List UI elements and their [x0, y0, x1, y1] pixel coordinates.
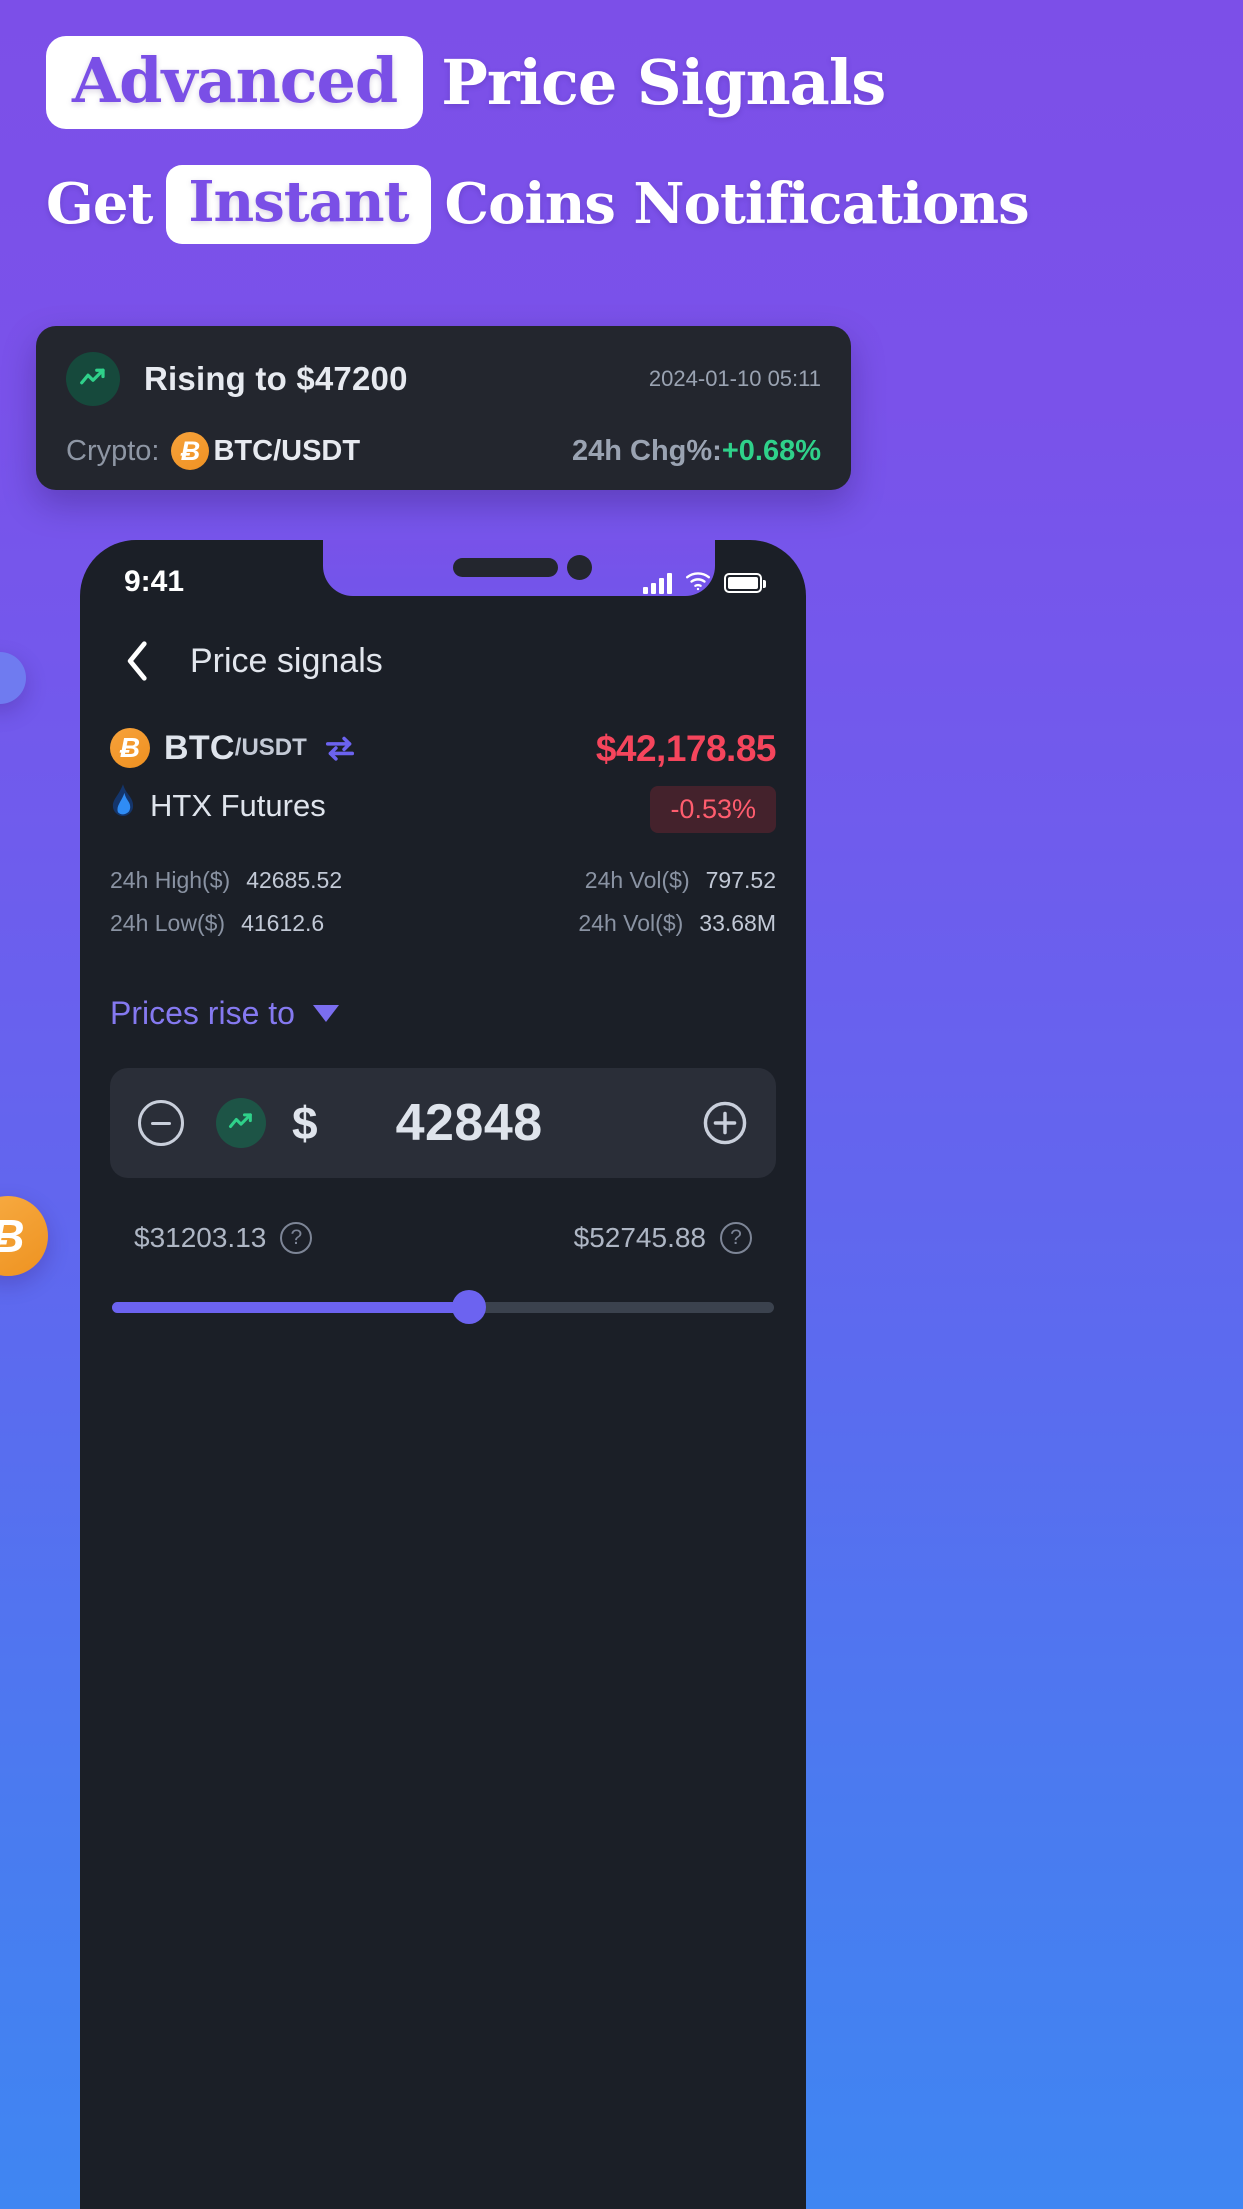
page-title: Price signals — [190, 641, 383, 680]
back-button[interactable] — [110, 633, 166, 689]
bitcoin-glyph: Ƀ — [180, 435, 201, 466]
ticker-price-block: $42,178.85 -0.53% — [595, 728, 777, 833]
headline-line-1-rest: Price Signals — [441, 46, 886, 119]
stat-row: 24h Vol($) 797.52 — [585, 867, 776, 894]
trending-up-icon — [216, 1098, 266, 1148]
floating-bitcoin-icon: Ƀ — [0, 1196, 48, 1276]
cellular-bars-icon — [643, 572, 672, 594]
trending-up-icon — [66, 352, 120, 406]
stat-key: 24h High($) — [110, 867, 231, 893]
headline-chip-advanced: Advanced — [46, 36, 424, 130]
slider-bounds: $31203.13 ? $52745.88 ? — [110, 1222, 776, 1254]
ticker-row: Ƀ BTC /USDT HTX Futures $42,178.85 -0.53… — [110, 728, 777, 833]
headline-line-2-rest: Coins Notifications — [444, 171, 1030, 238]
slider-min-bound: $31203.13 ? — [134, 1222, 313, 1254]
headline-block: Advanced Price Signals Get Instant Coins… — [0, 0, 1243, 244]
headline-line-2: Get Instant Coins Notifications — [46, 165, 1197, 244]
price-slider[interactable] — [110, 1290, 776, 1324]
target-price-input[interactable]: 42848 — [396, 1093, 543, 1153]
condition-label: Prices rise to — [110, 995, 295, 1031]
notification-change: 24h Chg%:+0.68% — [572, 435, 821, 468]
notification-change-value: +0.68% — [721, 434, 821, 467]
stat-key: 24h Vol($) — [584, 867, 690, 893]
stat-value: 41612.6 — [241, 910, 325, 936]
venue-name: HTX Futures — [150, 787, 326, 823]
caret-down-icon — [312, 1005, 339, 1022]
bitcoin-coin-icon: Ƀ — [110, 728, 150, 768]
notification-crypto-label: Crypto: — [66, 434, 160, 467]
stat-row: 24h High($) 42685.52 — [110, 867, 342, 894]
help-glyph: ? — [290, 1226, 303, 1249]
notification-bottom-row: Crypto: Ƀ BTC/USDT 24h Chg%:+0.68% — [66, 432, 821, 470]
notification-title: Rising to $47200 — [144, 360, 408, 397]
headline-chip-instant: Instant — [166, 165, 431, 244]
headline-chip-instant-label: Instant — [188, 169, 409, 236]
htx-droplet-icon — [110, 784, 136, 827]
stat-value: 797.52 — [705, 867, 776, 893]
notification-change-label: 24h Chg%: — [571, 434, 722, 467]
swap-horizontal-icon[interactable] — [323, 733, 357, 763]
slider-track-fill — [112, 1301, 470, 1313]
ticker-identity: Ƀ BTC /USDT HTX Futures — [110, 728, 357, 827]
headline-line-1: Advanced Price Signals — [46, 36, 1197, 130]
screen-content: Ƀ BTC /USDT HTX Futures $42,178.85 -0.53… — [80, 706, 806, 2209]
minus-circle-icon[interactable] — [138, 1100, 184, 1146]
bitcoin-glyph: Ƀ — [119, 732, 141, 763]
headline-line-2-pre: Get — [46, 171, 153, 238]
status-bar: 9:41 — [80, 540, 806, 610]
floating-accent-circle — [0, 652, 26, 704]
stat-row: 24h Low($) 41612.6 — [110, 910, 342, 937]
slider-max-bound: $52745.88 ? — [574, 1222, 752, 1254]
price-change-badge: -0.53% — [650, 786, 776, 833]
help-glyph: ? — [730, 1226, 742, 1249]
phone-mockup: 9:41 Price signals Ƀ BTC /USDT HTX Futur… — [80, 540, 806, 2209]
stats-col-left: 24h High($) 42685.52 24h Low($) 41612.6 — [110, 867, 342, 937]
status-time: 9:41 — [124, 565, 185, 598]
notification-top-row: Rising to $47200 2024-01-10 05:11 — [66, 352, 821, 406]
battery-full-icon — [724, 573, 766, 593]
stat-value: 42685.52 — [246, 867, 343, 893]
stat-key: 24h Vol($) — [578, 910, 684, 936]
stat-key: 24h Low($) — [110, 910, 226, 936]
stats-col-right: 24h Vol($) 797.52 24h Vol($) 33.68M — [578, 867, 776, 937]
notification-card[interactable]: Rising to $47200 2024-01-10 05:11 Crypto… — [36, 326, 851, 490]
bitcoin-coin-icon: Ƀ — [171, 432, 210, 470]
help-circle-icon[interactable]: ? — [280, 1222, 313, 1254]
slider-min-value: $31203.13 — [134, 1222, 267, 1253]
help-circle-icon[interactable]: ? — [720, 1222, 752, 1254]
stats-grid: 24h High($) 42685.52 24h Low($) 41612.6 … — [110, 867, 776, 937]
slider-track[interactable] — [112, 1290, 774, 1324]
headline-chip-advanced-label: Advanced — [72, 44, 398, 117]
pair-line[interactable]: Ƀ BTC /USDT — [110, 728, 357, 768]
slider-max-value: $52745.88 — [573, 1222, 706, 1253]
current-price: $42,178.85 — [595, 728, 777, 769]
price-stepper: $ 42848 — [110, 1068, 776, 1178]
status-indicators — [643, 571, 766, 596]
pair-quote-symbol: /USDT — [234, 734, 307, 761]
navigation-bar: Price signals — [80, 616, 806, 706]
wifi-icon — [685, 571, 711, 596]
floating-bitcoin-glyph: Ƀ — [0, 1209, 25, 1263]
slider-thumb[interactable] — [452, 1290, 487, 1324]
plus-circle-icon[interactable] — [702, 1100, 748, 1146]
currency-symbol: $ — [292, 1097, 318, 1149]
stat-row: 24h Vol($) 33.68M — [578, 910, 776, 937]
condition-selector[interactable]: Prices rise to — [110, 995, 776, 1032]
notification-timestamp: 2024-01-10 05:11 — [648, 366, 821, 391]
pair-base-symbol: BTC — [164, 728, 235, 767]
stat-value: 33.68M — [699, 910, 776, 936]
notification-pair: BTC/USDT — [213, 434, 361, 467]
venue-line: HTX Futures — [110, 784, 357, 827]
